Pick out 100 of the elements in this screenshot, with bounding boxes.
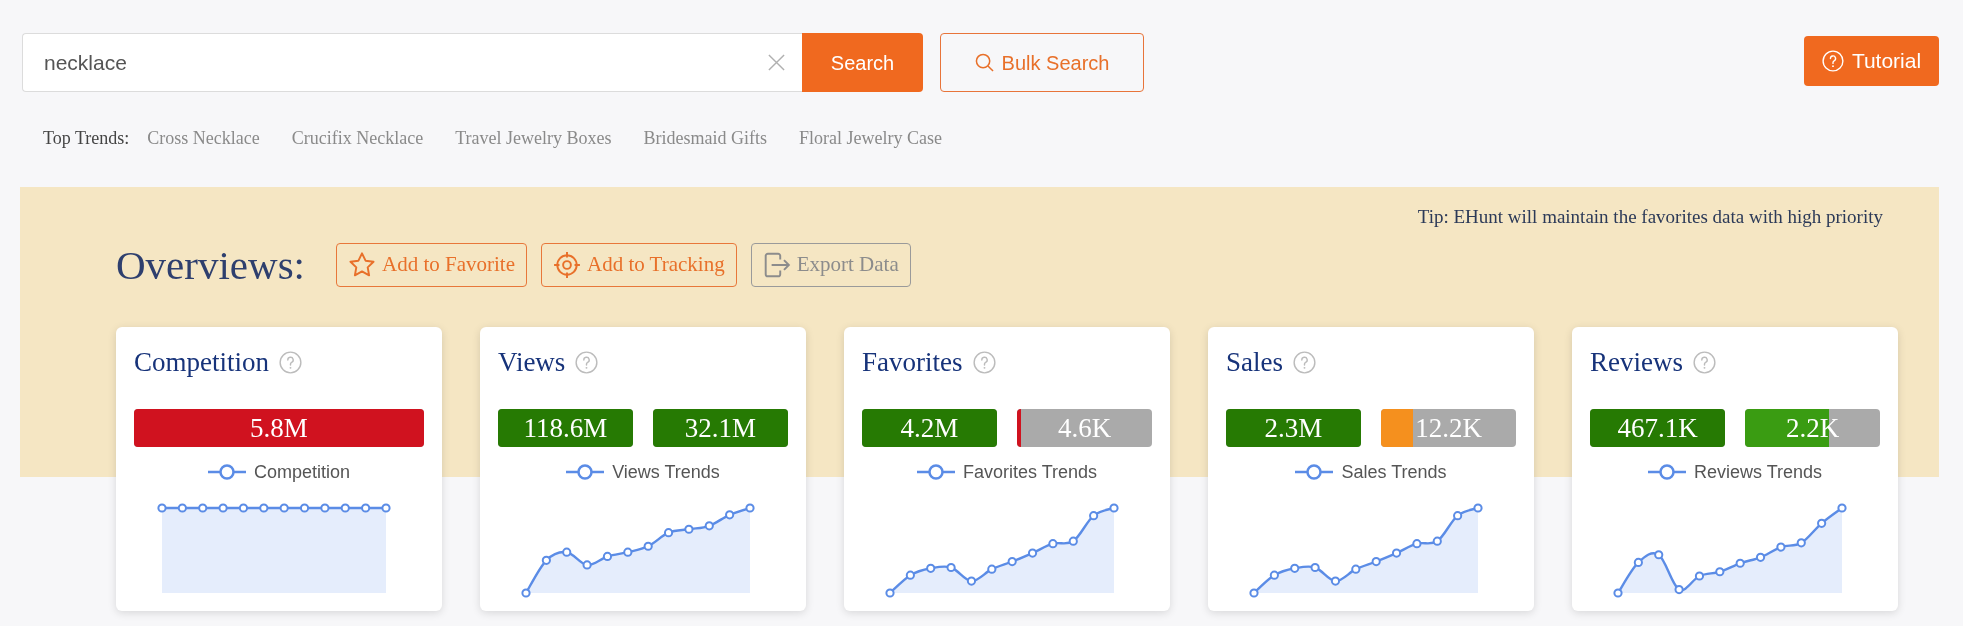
data-point <box>157 503 167 513</box>
trend-link[interactable]: Floral Jewelry Case <box>799 126 942 150</box>
legend-label[interactable]: Competition <box>253 461 350 483</box>
data-point <box>1473 503 1483 513</box>
data-point <box>259 503 269 513</box>
help-icon[interactable] <box>1293 350 1316 374</box>
star-icon <box>348 251 376 279</box>
data-point <box>1351 564 1361 574</box>
data-point <box>905 570 915 580</box>
bulk-search-button[interactable]: Bulk Search <box>940 33 1144 92</box>
data-point <box>1735 558 1745 568</box>
data-point <box>966 576 977 586</box>
data-point <box>1290 563 1300 573</box>
legend-label[interactable]: Views Trends <box>612 461 720 483</box>
data-point <box>521 588 531 598</box>
help-icon[interactable] <box>279 350 302 374</box>
export-icon <box>762 251 791 279</box>
data-point <box>1432 536 1442 546</box>
value-text: 5.8M <box>250 412 308 444</box>
legend-icon[interactable] <box>916 463 955 481</box>
data-point <box>1089 511 1099 521</box>
help-icon[interactable] <box>1693 350 1716 374</box>
data-point <box>1310 562 1320 573</box>
data-point <box>1007 556 1017 567</box>
target-icon <box>553 251 581 279</box>
data-point <box>1837 503 1847 513</box>
card-title: Reviews <box>1590 346 1683 379</box>
data-point <box>582 560 592 570</box>
search-button[interactable]: Search <box>802 33 923 92</box>
data-point <box>987 564 997 574</box>
trend-link[interactable]: Crucifix Necklace <box>291 126 424 150</box>
data-point <box>198 503 208 513</box>
value-text: 12.2K <box>1415 412 1482 444</box>
value-text: 118.6M <box>523 412 608 444</box>
help-icon[interactable] <box>575 350 599 374</box>
data-point <box>725 510 735 520</box>
trend-link[interactable]: Travel Jewelry Boxes <box>455 126 612 150</box>
card-title: Competition <box>134 346 269 379</box>
data-point <box>1453 511 1463 521</box>
data-point <box>1776 542 1786 552</box>
value-text: 4.6K <box>1057 412 1112 444</box>
data-point <box>381 503 391 513</box>
data-point <box>562 547 572 557</box>
add-tracking-button[interactable]: Add to Tracking <box>541 243 737 287</box>
data-point <box>1391 548 1402 558</box>
data-point <box>177 503 187 513</box>
data-point <box>1269 570 1279 580</box>
trend-link[interactable]: Cross Necklace <box>147 126 260 150</box>
legend-label[interactable]: Sales Trends <box>1341 461 1447 483</box>
data-point <box>320 503 330 513</box>
help-icon <box>1821 50 1844 72</box>
data-point <box>1796 538 1806 548</box>
search-icon <box>974 53 994 72</box>
data-point <box>926 563 936 573</box>
data-point <box>1330 576 1341 586</box>
trends-label: Top Trends: <box>43 127 130 150</box>
card-title: Sales <box>1226 346 1283 379</box>
card-title: Views <box>498 346 566 379</box>
data-point <box>1654 550 1664 560</box>
tip-text: Tip: EHunt will maintain the favorites data with high priority <box>1417 205 1883 229</box>
legend-icon[interactable] <box>1647 463 1686 481</box>
data-point <box>885 588 895 598</box>
card-title: Favorites <box>862 346 963 379</box>
tutorial-button[interactable]: Tutorial <box>1804 36 1939 86</box>
data-point <box>1755 552 1766 562</box>
data-point <box>602 551 613 562</box>
search-field[interactable]: necklace <box>22 33 802 92</box>
data-point <box>1048 539 1058 549</box>
data-point <box>1412 539 1422 549</box>
data-point <box>745 503 755 513</box>
data-point <box>1817 518 1827 528</box>
trend-link[interactable]: Bridesmaid Gifts <box>643 126 767 150</box>
data-point <box>340 503 350 513</box>
legend-label[interactable]: Favorites Trends <box>962 461 1098 483</box>
add-favorite-button[interactable]: Add to Favorite <box>336 243 527 287</box>
value-text: 32.1M <box>684 412 757 444</box>
clear-icon[interactable] <box>767 53 786 72</box>
data-point <box>1249 588 1259 598</box>
legend-icon[interactable] <box>566 463 605 481</box>
data-point <box>643 541 653 551</box>
data-point <box>704 521 714 531</box>
data-point <box>238 503 249 513</box>
data-point <box>299 503 310 513</box>
value-text: 467.1K <box>1617 412 1698 444</box>
data-point <box>541 555 551 565</box>
data-point <box>1027 548 1038 558</box>
data-point <box>684 524 694 534</box>
legend-icon[interactable] <box>207 463 246 481</box>
value-text: 2.3M <box>1264 412 1323 444</box>
data-point <box>623 547 633 557</box>
help-icon[interactable] <box>972 350 996 374</box>
data-point <box>1694 571 1705 581</box>
data-point <box>1613 588 1623 598</box>
legend-label[interactable]: Reviews Trends <box>1693 461 1823 483</box>
data-point <box>663 528 674 538</box>
data-point <box>279 503 289 513</box>
data-point <box>1633 557 1643 567</box>
legend-icon[interactable] <box>1295 463 1334 481</box>
data-point <box>361 503 371 513</box>
data-point <box>218 503 228 513</box>
